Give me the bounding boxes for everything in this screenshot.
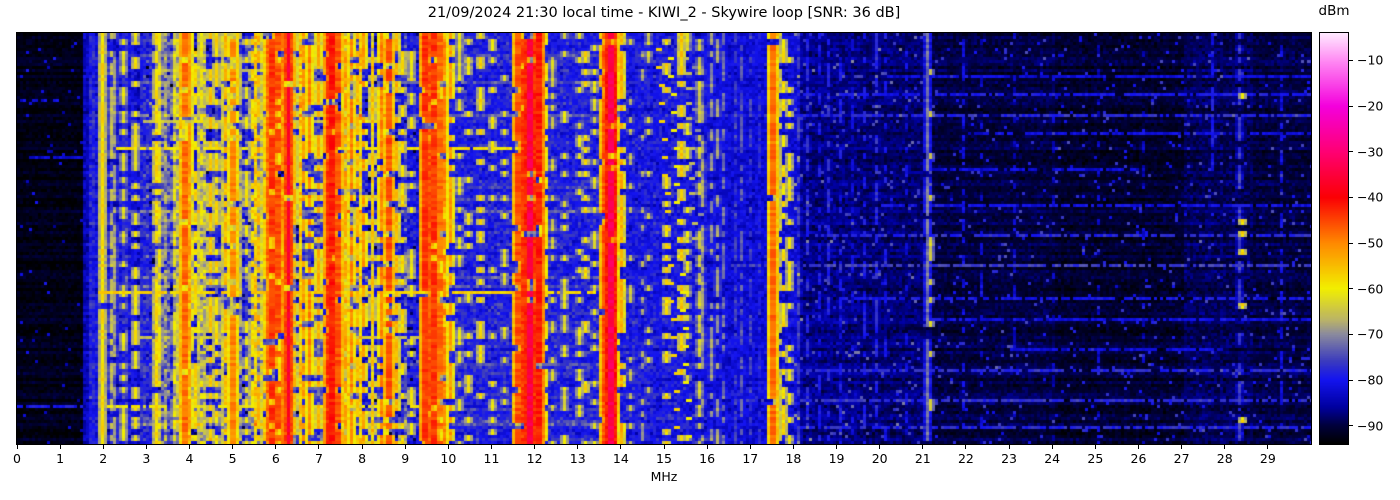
x-axis-tick bbox=[836, 445, 838, 449]
x-axis-tick-label: 16 bbox=[699, 451, 716, 466]
x-axis-tick bbox=[879, 445, 881, 449]
x-axis-tick bbox=[102, 445, 104, 449]
x-axis-tick bbox=[1051, 445, 1053, 449]
colorbar-tick bbox=[1348, 333, 1353, 335]
colorbar-tick bbox=[1348, 196, 1353, 198]
colorbar-tick bbox=[1348, 242, 1353, 244]
colorbar-tick bbox=[1348, 151, 1353, 153]
x-axis-tick bbox=[189, 445, 191, 449]
colorbar-tick-label: −50 bbox=[1357, 235, 1384, 251]
x-axis-tick bbox=[663, 445, 665, 449]
x-axis-tick-label: 9 bbox=[401, 451, 410, 466]
colorbar-tick bbox=[1348, 379, 1353, 381]
colorbar-tick-label: −20 bbox=[1357, 98, 1384, 114]
colorbar-tick bbox=[1348, 105, 1353, 107]
colorbar-tick bbox=[1348, 59, 1353, 61]
x-axis-tick bbox=[275, 445, 277, 449]
x-axis-tick-label: 13 bbox=[569, 451, 586, 466]
x-axis-tick bbox=[534, 445, 536, 449]
colorbar-tick-label: −90 bbox=[1357, 418, 1384, 434]
x-axis-tick bbox=[232, 445, 234, 449]
x-axis-tick-label: 26 bbox=[1130, 451, 1147, 466]
x-axis-tick bbox=[318, 445, 320, 449]
colorbar-gradient bbox=[1320, 33, 1348, 444]
x-axis-tick-label: 2 bbox=[99, 451, 108, 466]
x-axis-tick-label: 21 bbox=[914, 451, 931, 466]
x-axis-tick bbox=[361, 445, 363, 449]
x-axis-tick-label: 5 bbox=[228, 451, 237, 466]
colorbar-tick-label: −10 bbox=[1357, 52, 1384, 68]
x-axis-tick bbox=[1094, 445, 1096, 449]
x-axis-tick-label: 3 bbox=[142, 451, 151, 466]
x-axis-tick bbox=[1224, 445, 1226, 449]
x-axis-tick-label: 20 bbox=[871, 451, 888, 466]
x-axis-tick-label: 22 bbox=[957, 451, 974, 466]
colorbar-tick-label: −60 bbox=[1357, 281, 1384, 297]
x-axis-tick-label: 29 bbox=[1259, 451, 1276, 466]
x-axis-tick bbox=[620, 445, 622, 449]
waterfall-heatmap bbox=[17, 33, 1311, 444]
x-axis-tick-label: 27 bbox=[1173, 451, 1190, 466]
colorbar-tick-label: −70 bbox=[1357, 326, 1384, 342]
x-axis-tick bbox=[792, 445, 794, 449]
x-axis-tick-label: 23 bbox=[1001, 451, 1018, 466]
x-axis-tick-label: 24 bbox=[1044, 451, 1061, 466]
x-axis-tick bbox=[706, 445, 708, 449]
kiwisdr-waterfall-figure: 21/09/2024 21:30 local time - KIWI_2 - S… bbox=[0, 0, 1400, 500]
x-axis-tick bbox=[1008, 445, 1010, 449]
x-axis-tick bbox=[59, 445, 61, 449]
colorbar-tick-label: −40 bbox=[1357, 189, 1384, 205]
colorbar-tick bbox=[1348, 288, 1353, 290]
x-axis-tick bbox=[965, 445, 967, 449]
x-axis-tick-label: 14 bbox=[612, 451, 629, 466]
colorbar-tick-label: −30 bbox=[1357, 144, 1384, 160]
colorbar-unit-label: dBm bbox=[1318, 3, 1350, 19]
x-axis-tick-label: 19 bbox=[828, 451, 845, 466]
colorbar-tick-label: −80 bbox=[1357, 372, 1384, 388]
x-axis-tick bbox=[404, 445, 406, 449]
x-axis-tick bbox=[749, 445, 751, 449]
x-axis-tick-label: 1 bbox=[56, 451, 65, 466]
x-axis-tick-label: 0 bbox=[13, 451, 21, 466]
x-axis-tick-label: 17 bbox=[742, 451, 759, 466]
x-axis-tick bbox=[577, 445, 579, 449]
x-axis-tick bbox=[922, 445, 924, 449]
x-axis-tick-label: 8 bbox=[358, 451, 367, 466]
x-axis-tick-label: 12 bbox=[526, 451, 543, 466]
colorbar-tick bbox=[1348, 425, 1353, 427]
x-axis-tick-label: 18 bbox=[785, 451, 802, 466]
x-axis-tick-label: 10 bbox=[440, 451, 457, 466]
x-axis-tick bbox=[447, 445, 449, 449]
x-axis-tick bbox=[1267, 445, 1269, 449]
x-axis-tick-label: 28 bbox=[1216, 451, 1233, 466]
x-axis-tick-label: 15 bbox=[656, 451, 672, 466]
figure-title: 21/09/2024 21:30 local time - KIWI_2 - S… bbox=[427, 5, 901, 21]
x-axis-tick bbox=[16, 445, 18, 449]
x-axis-tick bbox=[1137, 445, 1139, 449]
x-axis-tick-label: 7 bbox=[314, 451, 323, 466]
x-axis-label: MHz bbox=[650, 469, 678, 484]
x-axis-tick-label: 6 bbox=[271, 451, 280, 466]
x-axis-tick-label: 11 bbox=[483, 451, 500, 466]
x-axis-tick-label: 4 bbox=[185, 451, 194, 466]
x-axis-tick bbox=[490, 445, 492, 449]
x-axis-tick-label: 25 bbox=[1087, 451, 1104, 466]
x-axis-tick bbox=[1181, 445, 1183, 449]
x-axis-tick bbox=[145, 445, 147, 449]
